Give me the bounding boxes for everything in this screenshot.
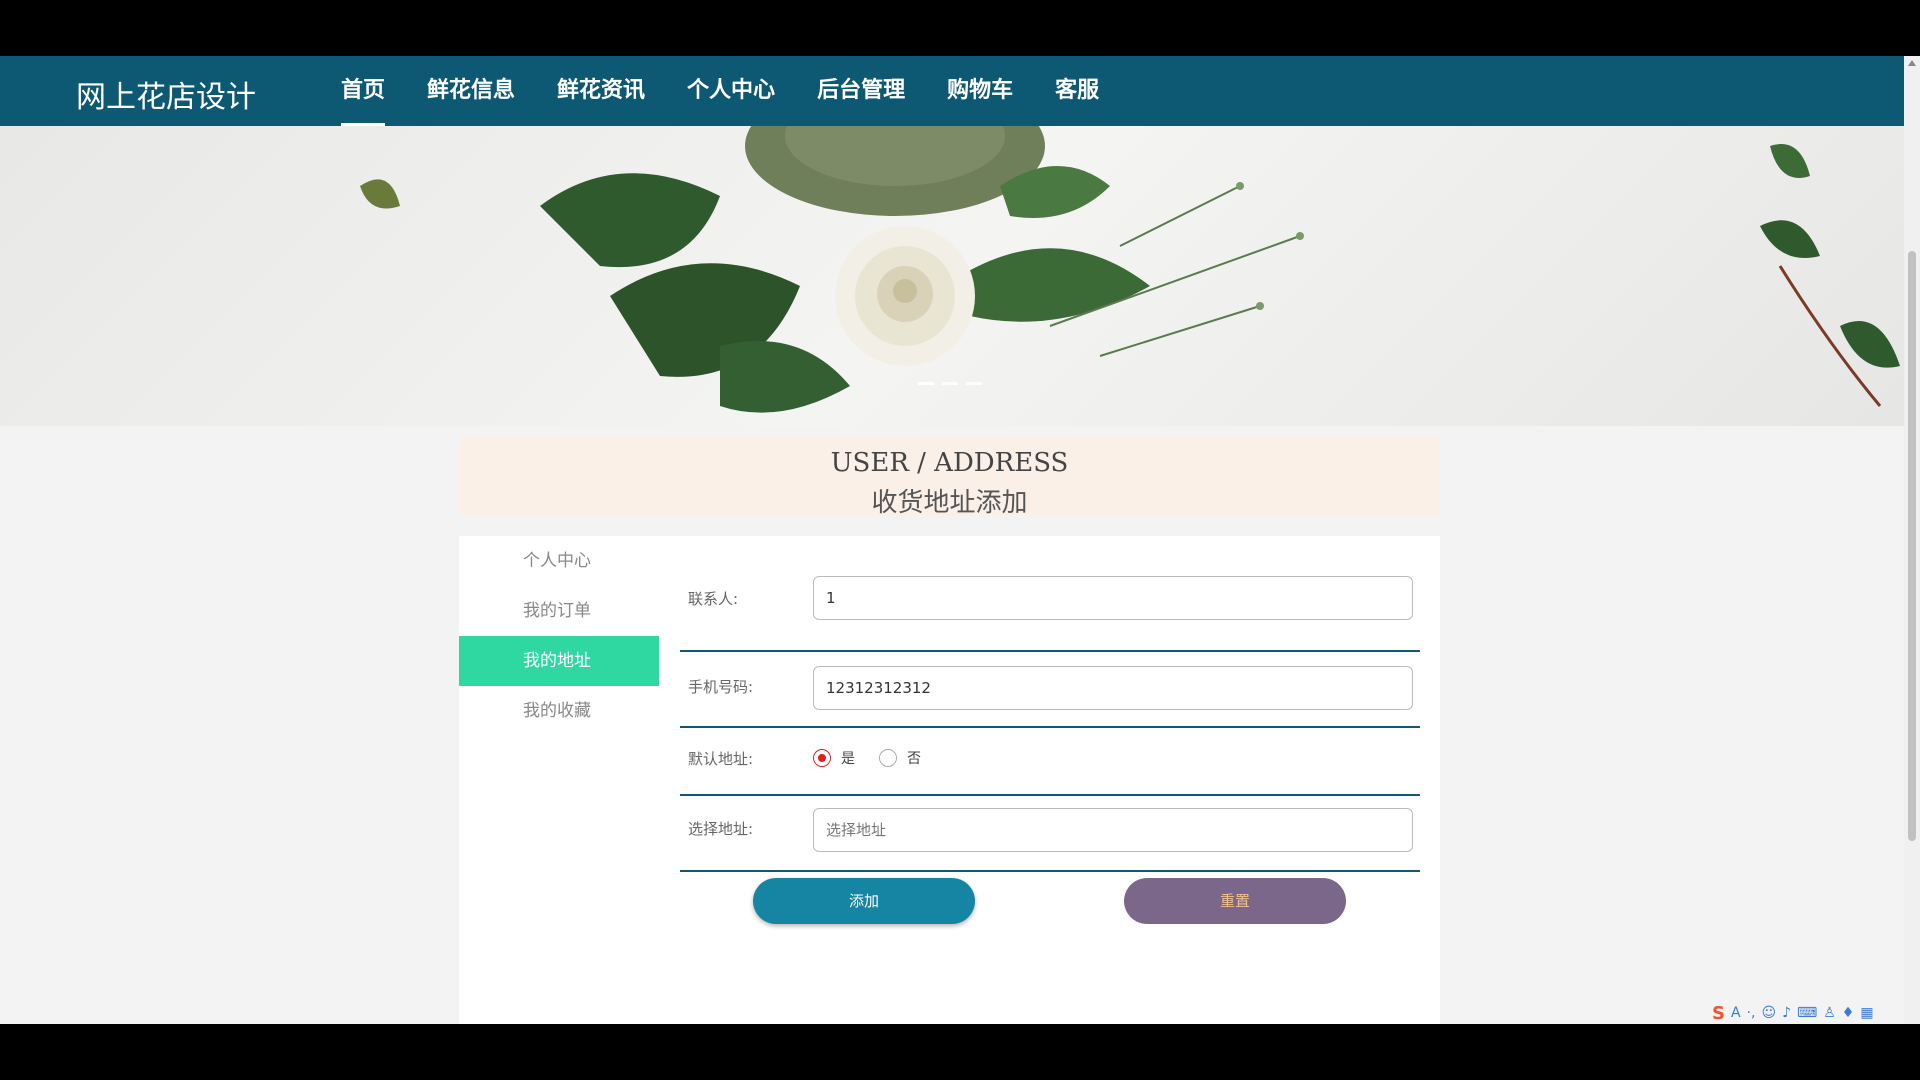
default-yes-radio[interactable] [813, 749, 831, 767]
default-yes-label: 是 [841, 751, 855, 767]
sidebar-item-orders[interactable]: 我的订单 [459, 586, 659, 636]
nav-personal-center[interactable]: 个人中心 [666, 56, 796, 126]
ime-toolbar: S A ·, ☺ ♪ ⌨ ♙ ♦ ▦ [1712, 1002, 1874, 1024]
nav-service[interactable]: 客服 [1034, 56, 1120, 126]
page-viewport: 网上花店设计 首页 鲜花信息 鲜花资讯 个人中心 后台管理 购物车 客服 USE… [0, 56, 1904, 1024]
hero-banner[interactable] [0, 126, 1904, 426]
address-form: 联系人: 1 手机号码: 12312312312 默认地址: 是 否 选择地址:… [680, 576, 1420, 872]
ime-skin-icon[interactable]: ♦ [1842, 1005, 1855, 1021]
ime-user-icon[interactable]: ♙ [1823, 1005, 1836, 1021]
banner-pagination [918, 382, 982, 385]
page-title-box: USER / ADDRESS 收货地址添加 [459, 436, 1440, 518]
reset-button[interactable]: 重置 [1124, 878, 1346, 924]
banner-dot[interactable] [966, 382, 982, 385]
default-radio-group: 是 否 [813, 748, 935, 768]
content-panel: 个人中心 我的订单 我的地址 我的收藏 联系人: 1 手机号码: 1231231… [459, 536, 1440, 1024]
nav-flower-news[interactable]: 鲜花资讯 [536, 56, 666, 126]
sidebar-item-personal-center[interactable]: 个人中心 [459, 536, 659, 586]
ime-mode-icon[interactable]: A [1731, 1005, 1741, 1021]
banner-dot[interactable] [918, 382, 934, 385]
page-scrollbar[interactable] [1904, 56, 1920, 1024]
address-label: 选择地址: [688, 820, 754, 838]
ime-mic-icon[interactable]: ♪ [1782, 1005, 1791, 1021]
default-no-label: 否 [907, 751, 921, 767]
scrollbar-thumb[interactable] [1908, 251, 1916, 841]
nav-cart[interactable]: 购物车 [926, 56, 1034, 126]
nav-home[interactable]: 首页 [320, 56, 406, 126]
phone-label: 手机号码: [688, 678, 754, 696]
form-row-contact: 联系人: 1 [680, 576, 1420, 652]
form-row-default: 默认地址: 是 否 [680, 728, 1420, 796]
phone-input[interactable]: 12312312312 [813, 666, 1413, 710]
address-select-input[interactable]: 选择地址 [813, 808, 1413, 852]
sidebar-item-address[interactable]: 我的地址 [459, 636, 659, 686]
nav-admin[interactable]: 后台管理 [796, 56, 926, 126]
ime-punct-icon[interactable]: ·, [1747, 1005, 1756, 1021]
main-nav: 首页 鲜花信息 鲜花资讯 个人中心 后台管理 购物车 客服 [320, 56, 1120, 126]
top-navbar: 网上花店设计 首页 鲜花信息 鲜花资讯 个人中心 后台管理 购物车 客服 [0, 56, 1904, 126]
contact-input[interactable]: 1 [813, 576, 1413, 620]
scroll-up-icon[interactable] [1908, 60, 1916, 66]
nav-flower-info[interactable]: 鲜花信息 [406, 56, 536, 126]
sidebar: 个人中心 我的订单 我的地址 我的收藏 [459, 536, 659, 736]
add-button[interactable]: 添加 [753, 878, 975, 924]
ime-emoji-icon[interactable]: ☺ [1761, 1005, 1776, 1021]
site-brand[interactable]: 网上花店设计 [76, 72, 256, 116]
default-no-radio[interactable] [879, 749, 897, 767]
ime-logo-icon[interactable]: S [1712, 1003, 1725, 1024]
form-row-phone: 手机号码: 12312312312 [680, 652, 1420, 728]
page-title-en: USER / ADDRESS [830, 448, 1069, 478]
default-label: 默认地址: [688, 750, 754, 768]
banner-flower-image [360, 126, 1900, 413]
ime-keyboard-icon[interactable]: ⌨ [1797, 1005, 1817, 1021]
page-title-cn: 收货地址添加 [871, 488, 1028, 518]
sidebar-item-favorites[interactable]: 我的收藏 [459, 686, 659, 736]
contact-label: 联系人: [688, 590, 739, 608]
form-row-address: 选择地址: 选择地址 [680, 796, 1420, 872]
ime-menu-icon[interactable]: ▦ [1860, 1005, 1873, 1021]
banner-dot[interactable] [942, 382, 958, 385]
